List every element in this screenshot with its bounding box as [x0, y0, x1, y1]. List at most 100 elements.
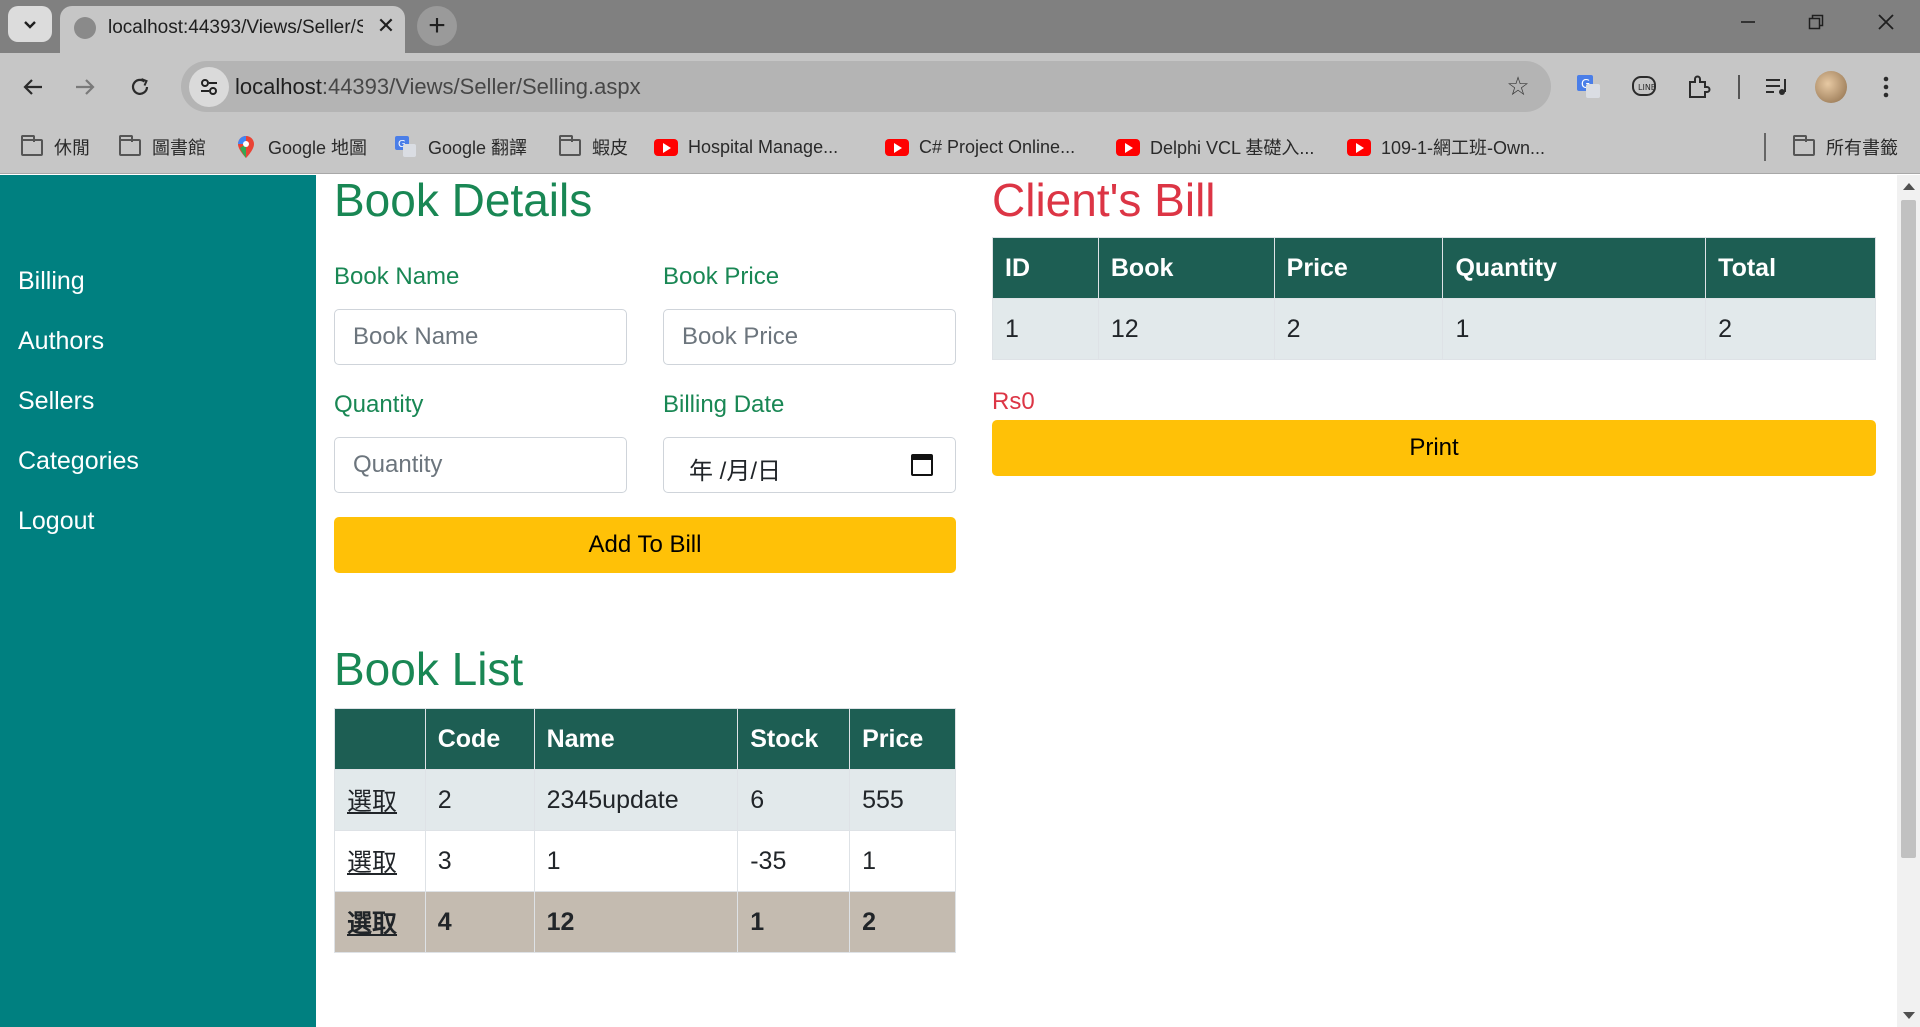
youtube-icon [654, 137, 678, 157]
bookmark-link[interactable]: Hospital Manage... [654, 133, 838, 161]
restore-button[interactable] [1782, 0, 1850, 44]
address-bar[interactable]: localhost:44393/Views/Seller/Selling.asp… [181, 61, 1551, 112]
book-price-placeholder: Book Price [682, 323, 799, 350]
bookmark-label: 蝦皮 [592, 138, 628, 158]
column-header-select [334, 708, 426, 770]
column-header-price: Price [849, 708, 956, 770]
svg-text:LINE: LINE [1638, 83, 1656, 92]
google-translate-icon[interactable]: G [1569, 67, 1609, 107]
bookmarks-bar: 休閒 圖書館 Google 地圖 G Google 翻譯 蝦皮 Hospital … [0, 121, 1920, 174]
youtube-icon [1347, 137, 1371, 157]
book-price-label: Book Price [663, 263, 780, 290]
column-header-total: Total [1705, 237, 1876, 299]
sidebar-item-categories[interactable]: Categories [18, 447, 139, 476]
line-extension-icon[interactable]: LINE [1624, 67, 1664, 107]
scroll-down-arrow-icon[interactable] [1903, 1012, 1915, 1019]
more-menu-icon[interactable] [1866, 67, 1906, 107]
id-cell: 1 [992, 298, 1099, 360]
column-header-id: ID [992, 237, 1099, 299]
sidebar-item-authors[interactable]: Authors [18, 327, 104, 356]
reload-button[interactable] [120, 67, 160, 107]
chevron-down-icon [24, 21, 36, 29]
bookmark-link[interactable]: Delphi VCL 基礎入... [1116, 133, 1314, 161]
select-cell: 選取 [334, 769, 426, 831]
stock-cell: 6 [737, 769, 851, 831]
stock-cell: 1 [737, 891, 851, 953]
minimize-button[interactable] [1714, 0, 1782, 44]
book-cell: 12 [1097, 298, 1275, 360]
bookmark-link[interactable]: Google 地圖 [234, 133, 367, 161]
book-list-title: Book List [334, 643, 524, 695]
close-icon [1878, 14, 1894, 30]
table-row: 選取 3 1 -35 1 [334, 830, 956, 892]
bookmark-folder[interactable]: 休閒 [20, 133, 90, 161]
add-to-bill-button[interactable]: Add To Bill [334, 517, 956, 573]
tab-search-button[interactable] [8, 6, 52, 42]
bookmark-label: 109-1-網工班-Own... [1381, 138, 1546, 158]
close-tab-icon[interactable]: ✕ [372, 12, 400, 40]
folder-icon [1792, 134, 1816, 157]
bookmark-label: Google 地圖 [268, 138, 368, 158]
billing-date-label: Billing Date [663, 391, 785, 418]
bookmark-link[interactable]: C# Project Online... [885, 133, 1075, 161]
minimize-icon [1741, 21, 1755, 23]
bookmark-folder[interactable]: 圖書館 [118, 133, 206, 161]
book-name-placeholder: Book Name [353, 323, 479, 350]
quantity-input[interactable]: Quantity [334, 437, 627, 493]
all-bookmarks-folder[interactable]: 所有書籤 [1792, 133, 1898, 161]
table-row: 1 12 2 1 2 [992, 298, 1876, 360]
youtube-icon [885, 137, 909, 157]
column-header-quantity: Quantity [1442, 237, 1707, 299]
globe-icon [74, 17, 96, 39]
scroll-up-arrow-icon[interactable] [1903, 183, 1915, 190]
sidebar-item-sellers[interactable]: Sellers [18, 387, 94, 416]
book-name-input[interactable]: Book Name [334, 309, 627, 365]
restore-icon [1808, 14, 1824, 30]
arrow-right-icon [76, 79, 95, 95]
forward-button[interactable] [65, 67, 105, 107]
name-cell: 12 [533, 891, 739, 953]
new-tab-button[interactable]: + [417, 6, 457, 46]
select-link[interactable]: 選取 [347, 849, 397, 877]
book-details-title: Book Details [334, 175, 593, 226]
back-button[interactable] [13, 67, 53, 107]
site-info-button[interactable] [189, 67, 229, 107]
table-row: 選取 2 2345update 6 555 [334, 769, 956, 831]
print-button[interactable]: Print [992, 420, 1876, 476]
media-control-icon[interactable] [1757, 67, 1797, 107]
column-header-code: Code [424, 708, 535, 770]
url-host: localhost [235, 74, 322, 99]
browser-tab-active[interactable]: localhost:44393/Views/Seller/Selling.asp… [60, 6, 405, 53]
url-text: localhost:44393/Views/Seller/Selling.asp… [235, 74, 641, 100]
price-cell: 2 [1273, 298, 1444, 360]
code-cell: 4 [424, 891, 535, 953]
stock-cell: -35 [737, 830, 851, 892]
bookmark-link[interactable]: 109-1-網工班-Own... [1347, 133, 1545, 161]
sidebar-item-logout[interactable]: Logout [18, 507, 94, 536]
total-cell: 2 [1705, 298, 1876, 360]
bookmark-folder[interactable]: 蝦皮 [558, 133, 628, 161]
tab-title: localhost:44393/Views/Seller/Selling.asp… [108, 17, 363, 38]
calendar-icon[interactable] [911, 454, 933, 476]
bookmarks-divider [1764, 133, 1766, 161]
price-cell: 555 [849, 769, 956, 831]
bookmark-star-icon[interactable]: ☆ [1501, 69, 1535, 103]
column-header-book: Book [1097, 237, 1275, 299]
book-price-input[interactable]: Book Price [663, 309, 956, 365]
google-maps-icon [234, 136, 258, 158]
profile-avatar[interactable] [1815, 71, 1847, 103]
quantity-label: Quantity [334, 391, 424, 418]
page-content: Billing Authors Sellers Categories Logou… [0, 175, 1897, 1027]
billing-date-input[interactable]: 年 /月/日 [663, 437, 956, 493]
bookmark-link[interactable]: G Google 翻譯 [394, 133, 527, 161]
select-link[interactable]: 選取 [347, 788, 397, 816]
extensions-puzzle-icon[interactable] [1679, 67, 1719, 107]
scrollbar-thumb[interactable] [1901, 200, 1916, 858]
book-list-table: Code Name Stock Price 選取 2 2345update 6 … [334, 708, 956, 953]
sidebar-item-billing[interactable]: Billing [18, 267, 85, 296]
select-link[interactable]: 選取 [347, 910, 397, 938]
page-scrollbar[interactable] [1897, 175, 1920, 1027]
client-bill-title: Client's Bill [992, 175, 1216, 226]
tune-icon [201, 79, 217, 95]
close-window-button[interactable] [1852, 0, 1920, 44]
